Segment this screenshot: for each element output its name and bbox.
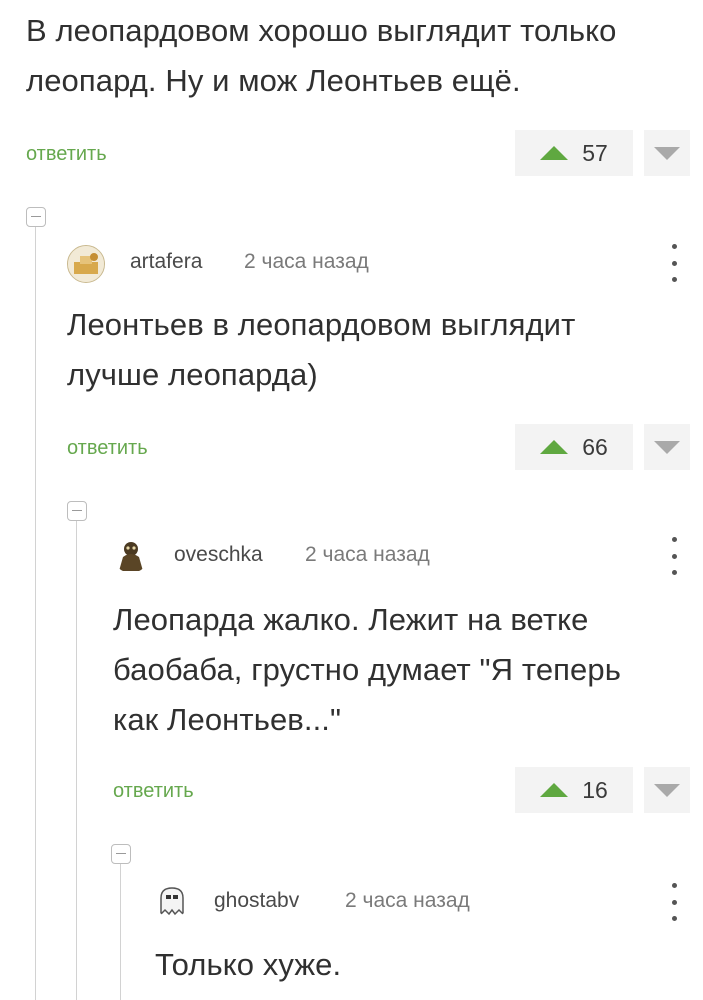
- reply3-username[interactable]: ghostabv: [214, 889, 299, 913]
- avatar-image: [160, 887, 184, 916]
- reply2-vote-count: 16: [582, 776, 608, 803]
- avatar[interactable]: [155, 884, 189, 918]
- triangle-up-icon: [540, 783, 569, 797]
- triangle-down-icon: [654, 783, 680, 797]
- reply2-downvote-button[interactable]: [644, 767, 690, 813]
- reply1-text: Леонтьев в леопардовом выглядит лучше ле…: [67, 300, 575, 400]
- top-comment-text: В леопардовом хорошо выглядит только лео…: [26, 6, 617, 106]
- avatar[interactable]: [113, 537, 149, 573]
- reply1-line-2: лучше леопарда): [67, 357, 318, 393]
- reply2-text: Леопарда жалко. Лежит на ветке баобаба, …: [113, 595, 621, 746]
- reply3-timestamp: 2 часа назад: [345, 889, 470, 912]
- collapse-minus-icon[interactable]: [67, 501, 87, 521]
- top-comment-downvote-button[interactable]: [644, 130, 690, 176]
- collapse-minus-icon[interactable]: [26, 207, 46, 227]
- collapse-minus-icon[interactable]: [111, 844, 131, 864]
- reply1-downvote-button[interactable]: [644, 424, 690, 470]
- thread-line-level-1: [35, 227, 36, 1000]
- avatar[interactable]: [67, 245, 105, 283]
- vertical-dots-icon: [671, 244, 677, 249]
- reply3-more-button[interactable]: [664, 883, 684, 921]
- avatar-image: [119, 542, 143, 571]
- reply2-upvote-button[interactable]: 16: [515, 767, 633, 813]
- reply2-line-3: как Леонтьев...": [113, 702, 342, 738]
- reply3-text: Только хуже.: [155, 940, 341, 990]
- reply3-line-1: Только хуже.: [155, 947, 342, 982]
- top-comment-line-1: В леопардовом хорошо выглядит только: [26, 13, 617, 48]
- reply2-username[interactable]: oveschka: [174, 543, 263, 567]
- top-comment-upvote-button[interactable]: 57: [515, 130, 633, 176]
- reply1-upvote-button[interactable]: 66: [515, 424, 633, 470]
- reply1-timestamp: 2 часа назад: [244, 250, 369, 273]
- reply2-line-1: Леопарда жалко. Лежит на ветке: [113, 602, 589, 637]
- top-comment-line-2: леопард. Ну и мож Леонтьев ещё.: [26, 63, 521, 99]
- triangle-up-icon: [540, 440, 569, 454]
- reply1-more-button[interactable]: [664, 244, 684, 282]
- vertical-dots-icon: [671, 883, 677, 888]
- thread-line-level-2: [76, 521, 77, 1000]
- vertical-dots-icon: [671, 537, 677, 542]
- triangle-down-icon: [654, 146, 680, 160]
- reply2-line-2: баобаба, грустно думает "Я теперь: [113, 652, 621, 688]
- reply1-reply-link[interactable]: ответить: [67, 437, 148, 460]
- reply1-username[interactable]: artafera: [130, 250, 202, 274]
- top-comment-reply-link[interactable]: ответить: [26, 143, 107, 166]
- avatar-image: [68, 246, 104, 282]
- reply1-line-1: Леонтьев в леопардовом выглядит: [67, 307, 576, 342]
- triangle-down-icon: [654, 440, 680, 454]
- top-comment-vote-count: 57: [582, 139, 608, 166]
- reply2-more-button[interactable]: [664, 537, 684, 575]
- reply2-reply-link[interactable]: ответить: [113, 780, 194, 803]
- triangle-up-icon: [540, 146, 569, 160]
- reply1-vote-count: 66: [582, 433, 608, 460]
- reply2-timestamp: 2 часа назад: [305, 543, 430, 566]
- thread-line-level-3: [120, 864, 121, 1000]
